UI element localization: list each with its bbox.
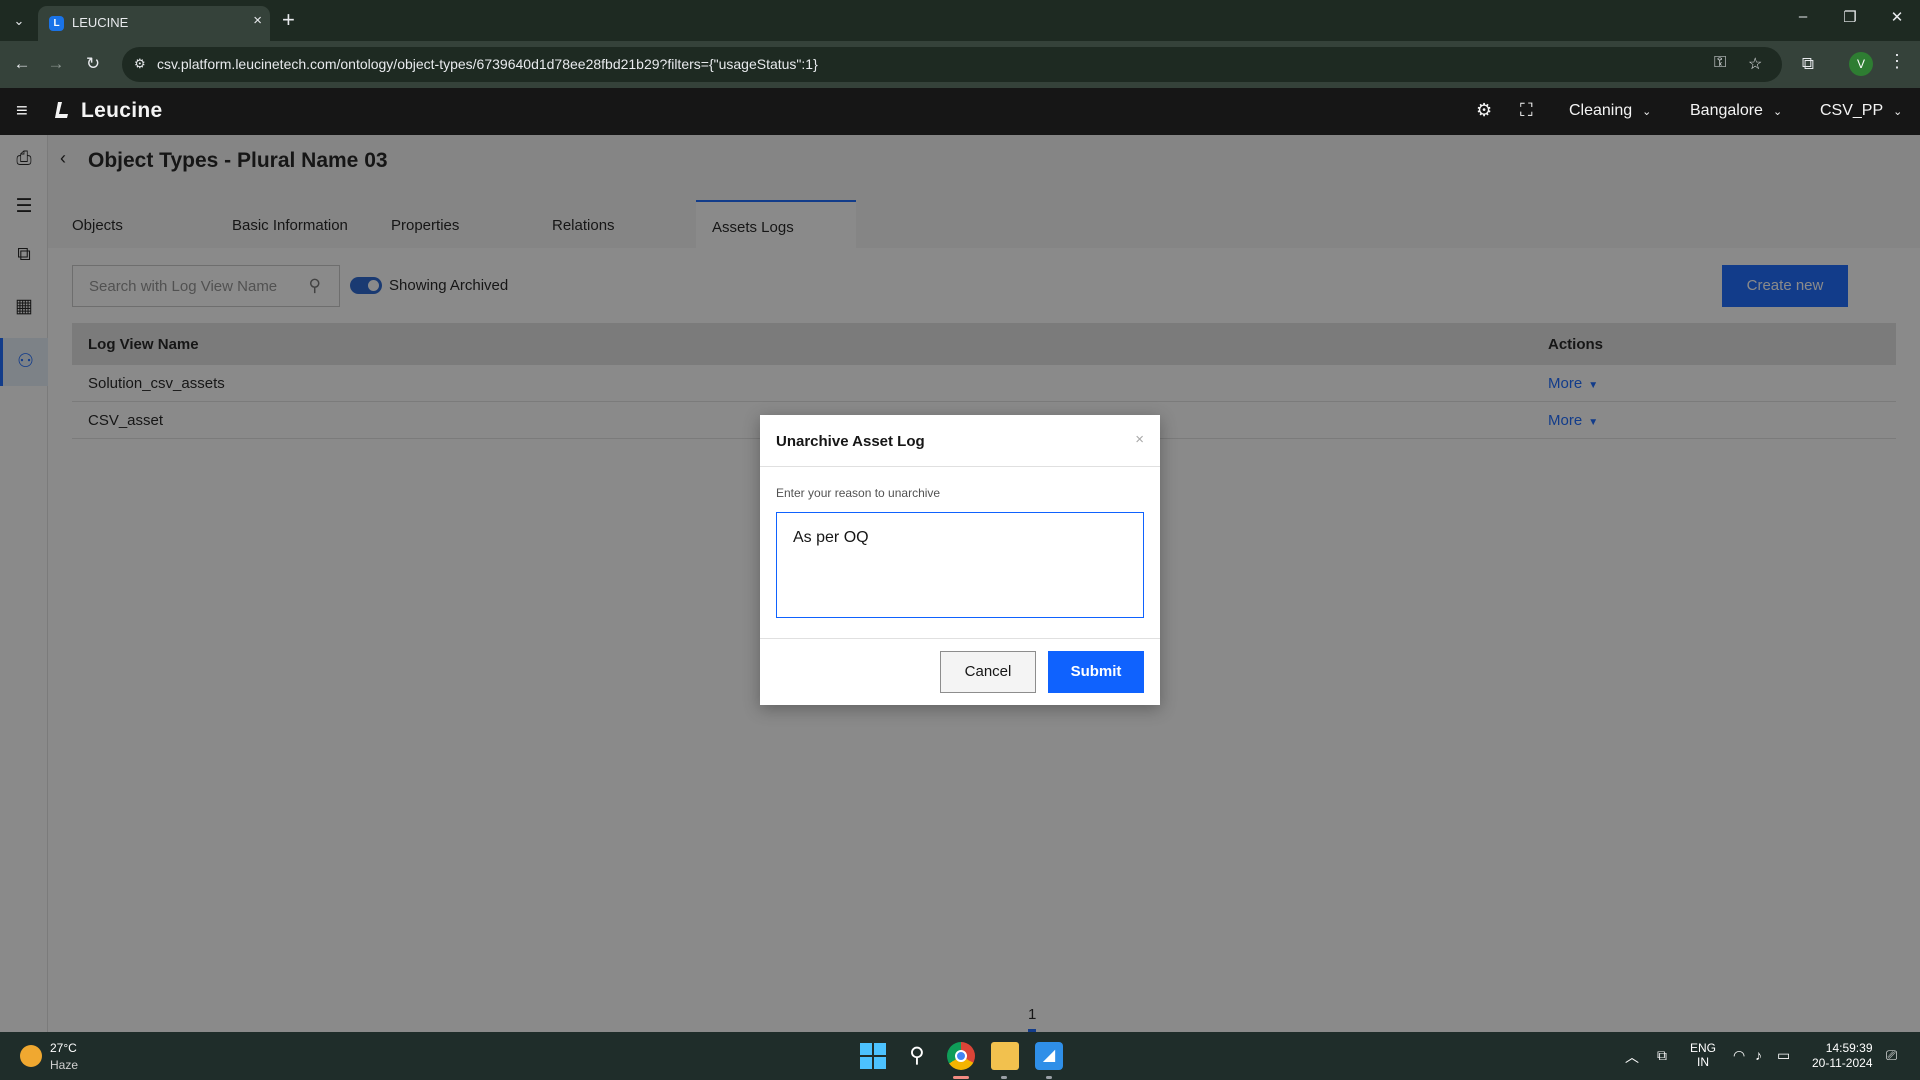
restore-icon[interactable]: ❐ bbox=[1835, 8, 1865, 26]
app-icon[interactable]: ◢ bbox=[1035, 1042, 1063, 1070]
chrome-icon[interactable] bbox=[947, 1042, 975, 1070]
bookmark-star-icon[interactable]: ☆ bbox=[1748, 54, 1762, 74]
volume-icon[interactable]: ♪ bbox=[1755, 1047, 1762, 1063]
weather-description[interactable]: Haze bbox=[50, 1058, 78, 1072]
tab-title: LEUCINE bbox=[72, 15, 129, 30]
settings-icon[interactable]: ⚙ bbox=[1476, 100, 1492, 121]
chrome-active-indicator bbox=[953, 1076, 969, 1079]
app-running-indicator bbox=[1046, 1076, 1052, 1079]
files-running-indicator bbox=[1001, 1076, 1007, 1079]
chevron-down-icon: ⌄ bbox=[1772, 106, 1783, 118]
file-explorer-icon[interactable] bbox=[991, 1042, 1019, 1070]
tray-chevron-up-icon[interactable]: ︿ bbox=[1625, 1047, 1639, 1067]
tab-search-chevron-down-icon[interactable]: ⌄ bbox=[8, 10, 30, 32]
close-icon[interactable]: × bbox=[1135, 431, 1144, 448]
account-select[interactable]: CSV_PP ⌄ bbox=[1820, 102, 1902, 120]
windows-start-icon[interactable] bbox=[859, 1042, 887, 1070]
language-code: ENG bbox=[1690, 1041, 1717, 1055]
scan-icon[interactable]: ⛶ bbox=[1520, 100, 1533, 121]
password-key-icon[interactable]: ⚿ bbox=[1714, 54, 1726, 72]
hamburger-icon[interactable]: ≡ bbox=[16, 100, 28, 123]
url-bar[interactable]: ⚙ csv.platform.leucinetech.com/ontology/… bbox=[122, 47, 1782, 82]
weather-temperature[interactable]: 27°C bbox=[50, 1041, 77, 1055]
language-region: IN bbox=[1697, 1055, 1709, 1069]
reason-textarea[interactable]: As per OQ bbox=[776, 512, 1144, 618]
tab-favicon: L bbox=[49, 16, 64, 31]
reason-label: Enter your reason to unarchive bbox=[776, 486, 941, 500]
modal-header: Unarchive Asset Log × bbox=[760, 415, 1160, 467]
browser-tab-bar: ⌄ L LEUCINE × + – ❐ ✕ bbox=[0, 0, 1920, 41]
back-arrow-icon[interactable]: ← bbox=[9, 51, 35, 77]
forward-arrow-icon[interactable]: → bbox=[43, 51, 69, 77]
battery-icon[interactable]: ▭ bbox=[1777, 1047, 1790, 1064]
clock-time: 14:59:39 bbox=[1825, 1041, 1873, 1055]
app-header: ≡ Leucine ⚙ ⛶ Cleaning ⌄ Bangalore ⌄ CSV_P… bbox=[0, 88, 1920, 135]
location-select[interactable]: Bangalore ⌄ bbox=[1690, 102, 1782, 120]
leucine-logo-icon bbox=[55, 102, 68, 118]
language-indicator[interactable]: ENG IN bbox=[1690, 1041, 1716, 1069]
menu-kebab-icon[interactable]: ⋮ bbox=[1888, 51, 1906, 72]
tab-close-icon[interactable]: × bbox=[253, 12, 262, 29]
os-taskbar: 27°C Haze ⚲ ◢ ︿ ⧉ ENG IN ◠ ♪ ▭ 14:59:39 … bbox=[0, 1032, 1920, 1080]
browser-address-bar: ← → ↻ ⚙ csv.platform.leucinetech.com/ont… bbox=[0, 41, 1920, 88]
facility-use-select[interactable]: Cleaning ⌄ bbox=[1569, 102, 1651, 120]
browser-tab[interactable]: L LEUCINE × bbox=[38, 6, 270, 41]
modal-title: Unarchive Asset Log bbox=[776, 433, 925, 450]
extensions-icon[interactable]: ⧉ bbox=[1795, 51, 1821, 77]
reload-icon[interactable]: ↻ bbox=[80, 51, 106, 77]
url-text[interactable]: csv.platform.leucinetech.com/ontology/ob… bbox=[157, 56, 818, 72]
chevron-down-icon: ⌄ bbox=[1893, 106, 1903, 118]
profile-avatar[interactable]: V bbox=[1849, 52, 1873, 76]
unarchive-modal: Unarchive Asset Log × Enter your reason … bbox=[760, 415, 1160, 705]
system-clock[interactable]: 14:59:39 20-11-2024 bbox=[1812, 1041, 1873, 1071]
new-tab-plus-icon[interactable]: + bbox=[282, 7, 295, 33]
location-value: Bangalore bbox=[1690, 102, 1763, 119]
submit-button[interactable]: Submit bbox=[1048, 651, 1144, 693]
taskbar-search-icon[interactable]: ⚲ bbox=[903, 1042, 931, 1070]
weather-sun-icon[interactable] bbox=[20, 1045, 42, 1067]
window-close-icon[interactable]: ✕ bbox=[1882, 8, 1912, 26]
cancel-button[interactable]: Cancel bbox=[940, 651, 1036, 693]
chevron-down-icon: ⌄ bbox=[1642, 106, 1652, 118]
clock-date: 20-11-2024 bbox=[1812, 1056, 1873, 1070]
minimize-icon[interactable]: – bbox=[1788, 8, 1818, 25]
notification-icon[interactable]: ⎚ bbox=[1886, 1047, 1897, 1064]
tray-device-icon[interactable]: ⧉ bbox=[1657, 1047, 1667, 1064]
site-info-icon[interactable]: ⚙ bbox=[134, 56, 146, 72]
facility-use-value: Cleaning bbox=[1569, 102, 1633, 119]
modal-footer: Cancel Submit bbox=[760, 638, 1160, 705]
brand-name: Leucine bbox=[81, 99, 163, 122]
account-value: CSV_PP bbox=[1820, 102, 1884, 119]
wifi-icon[interactable]: ◠ bbox=[1733, 1047, 1745, 1064]
